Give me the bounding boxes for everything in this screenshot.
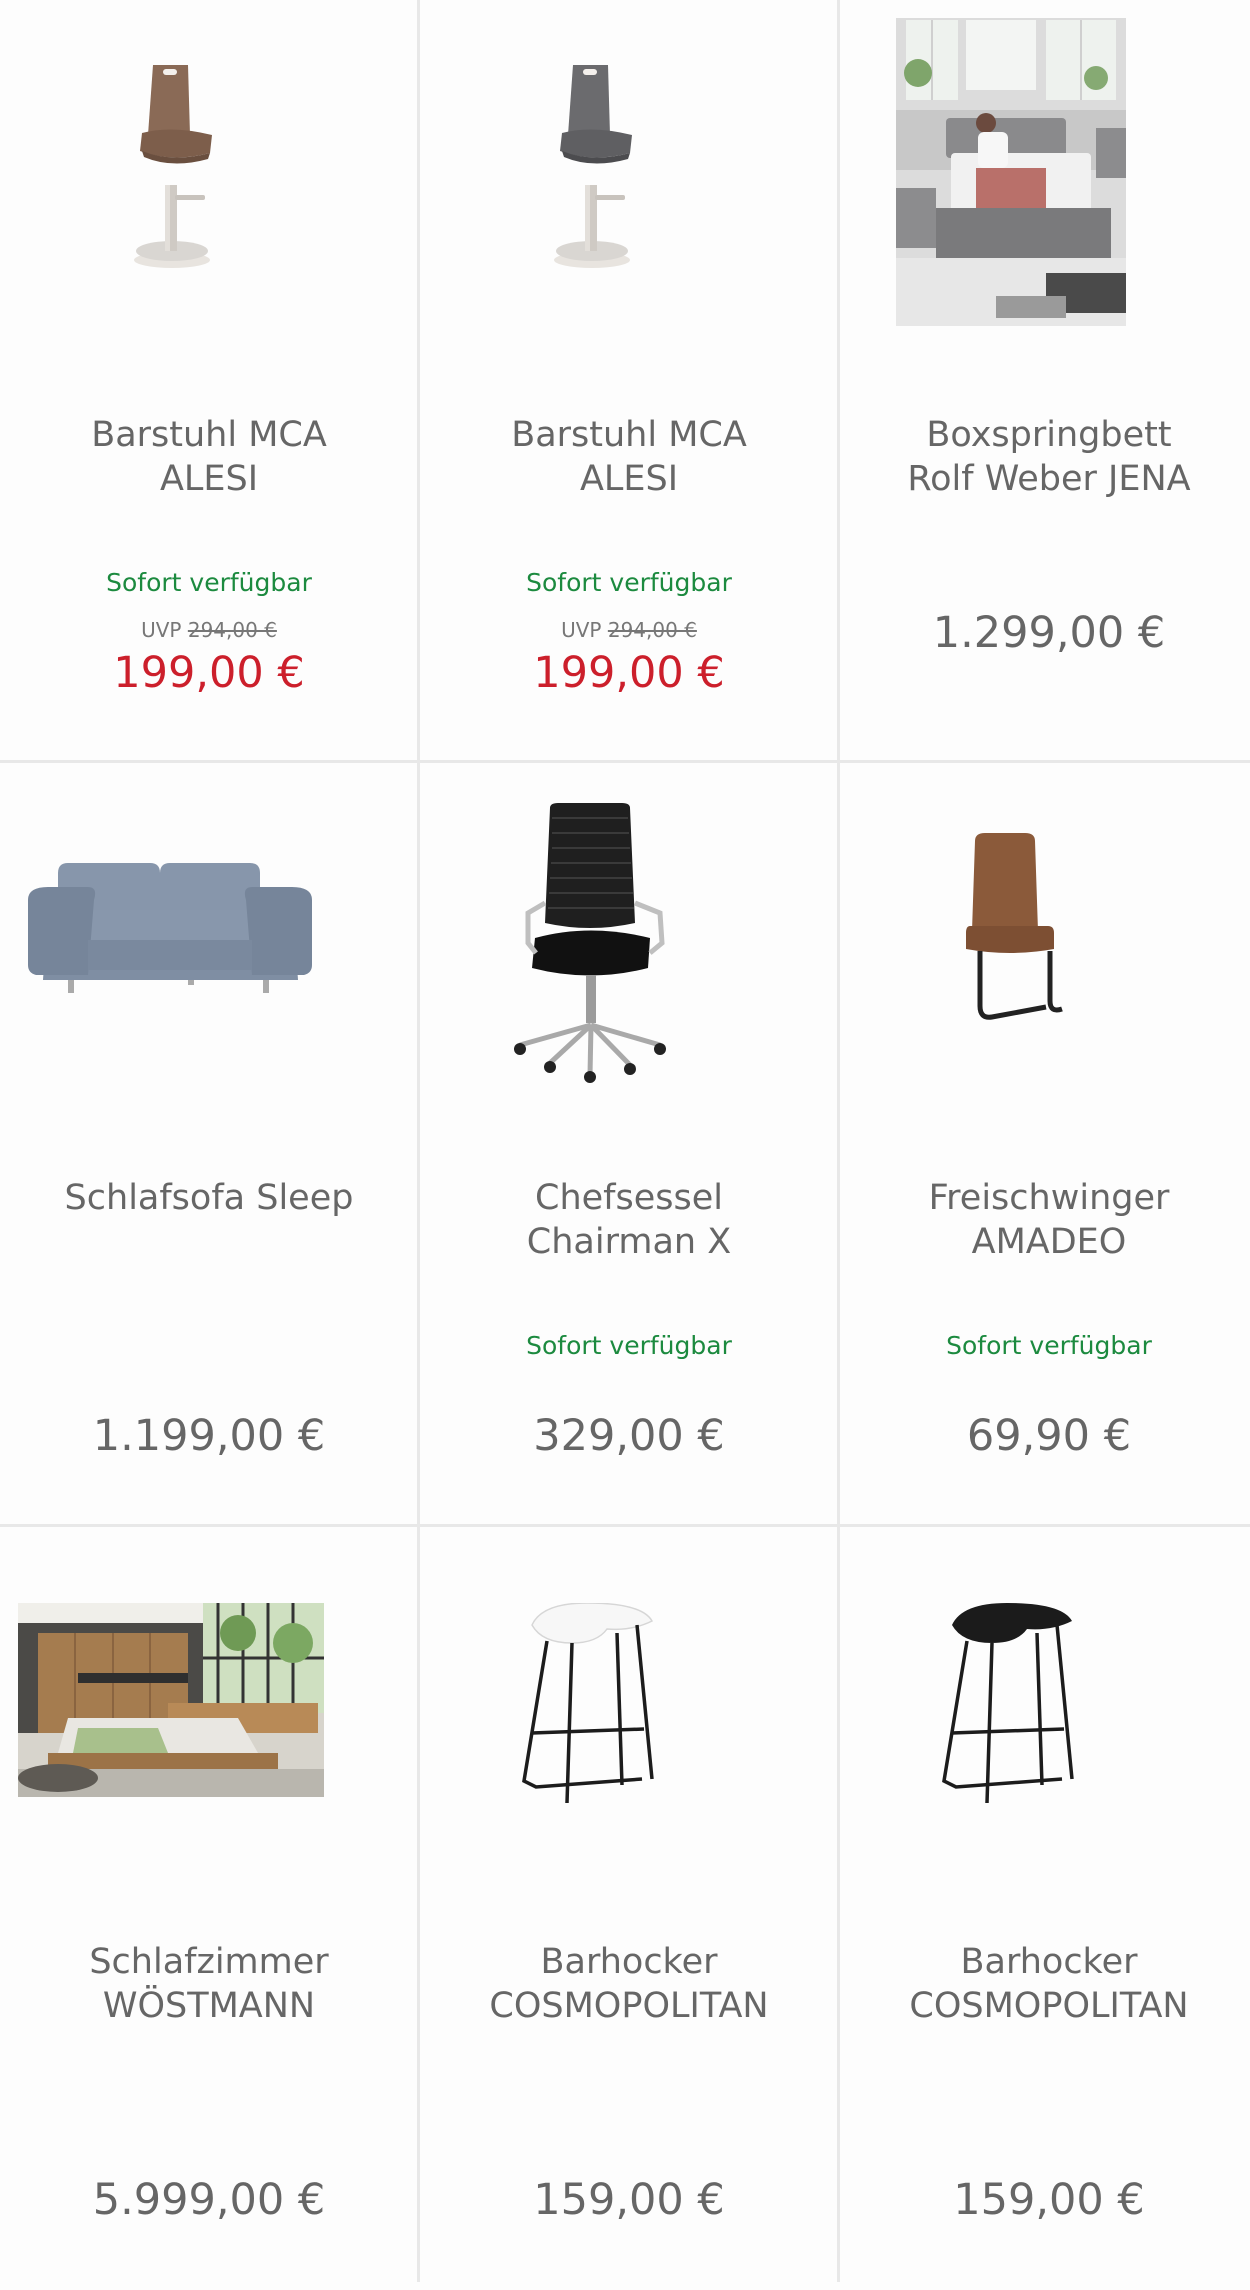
product-image-grey-bar-stool[interactable] xyxy=(420,0,838,360)
product-name[interactable]: Freischwinger AMADEO xyxy=(850,1176,1248,1264)
product-name[interactable]: Schlafsofa Sleep xyxy=(10,1176,408,1220)
price: 1.199,00 € xyxy=(92,1411,326,1461)
product-image-sofa[interactable] xyxy=(0,763,418,1123)
availability-label: Sofort verfügbar xyxy=(526,568,732,597)
product-image-white-bar-stool[interactable] xyxy=(420,1527,838,1887)
product-image-brown-bar-stool[interactable] xyxy=(0,0,418,360)
availability-label: Sofort verfügbar xyxy=(526,1331,732,1360)
product-name[interactable]: Barstuhl MCA ALESI xyxy=(430,413,828,501)
product-card[interactable]: Freischwinger AMADEO Sofort verfügbar 69… xyxy=(840,763,1250,1526)
price: 69,90 € xyxy=(966,1411,1132,1461)
price: 159,00 € xyxy=(953,2175,1145,2225)
price: 329,00 € xyxy=(533,1411,725,1461)
availability-label: Sofort verfügbar xyxy=(106,568,312,597)
product-name[interactable]: Barstuhl MCA ALESI xyxy=(10,413,408,501)
product-card[interactable]: Chefsessel Chairman X Sofort verfügbar 3… xyxy=(420,763,838,1526)
sale-price: 199,00 € xyxy=(533,648,725,698)
availability-label: Sofort verfügbar xyxy=(946,1331,1152,1360)
product-image-office-chair[interactable] xyxy=(420,763,838,1123)
product-grid: Barstuhl MCA ALESI Sofort verfügbar UVP … xyxy=(0,0,1250,2282)
product-card[interactable]: Boxspringbett Rolf Weber JENA 1.299,00 € xyxy=(840,0,1250,763)
product-card[interactable]: Barhocker COSMOPOLITAN 159,00 € xyxy=(840,1527,1250,2290)
product-name[interactable]: Barhocker COSMOPOLITAN xyxy=(850,1940,1248,2028)
product-image-boxspring-bed[interactable] xyxy=(840,0,1250,360)
uvp-price: 294,00 € xyxy=(607,618,697,642)
uvp-price: 294,00 € xyxy=(187,618,277,642)
product-name[interactable]: Schlafzimmer WÖSTMANN xyxy=(10,1940,408,2028)
product-card[interactable]: Barstuhl MCA ALESI Sofort verfügbar UVP … xyxy=(420,0,838,763)
sale-price: 199,00 € xyxy=(113,648,305,698)
product-image-cantilever-chair[interactable] xyxy=(840,763,1250,1123)
product-image-bedroom[interactable] xyxy=(0,1527,418,1887)
uvp-line: UVP 294,00 € xyxy=(561,618,697,642)
product-name[interactable]: Barhocker COSMOPOLITAN xyxy=(430,1940,828,2028)
price: 1.299,00 € xyxy=(932,608,1166,658)
product-card[interactable]: Schlafzimmer WÖSTMANN 5.999,00 € xyxy=(0,1527,418,2290)
uvp-line: UVP 294,00 € xyxy=(141,618,277,642)
product-card[interactable]: Schlafsofa Sleep 1.199,00 € xyxy=(0,763,418,1526)
product-card[interactable]: Barstuhl MCA ALESI Sofort verfügbar UVP … xyxy=(0,0,418,763)
product-image-black-bar-stool[interactable] xyxy=(840,1527,1250,1887)
price: 159,00 € xyxy=(533,2175,725,2225)
product-name[interactable]: Chefsessel Chairman X xyxy=(430,1176,828,1264)
price: 5.999,00 € xyxy=(92,2175,326,2225)
product-card[interactable]: Barhocker COSMOPOLITAN 159,00 € xyxy=(420,1527,838,2290)
product-name[interactable]: Boxspringbett Rolf Weber JENA xyxy=(850,413,1248,501)
